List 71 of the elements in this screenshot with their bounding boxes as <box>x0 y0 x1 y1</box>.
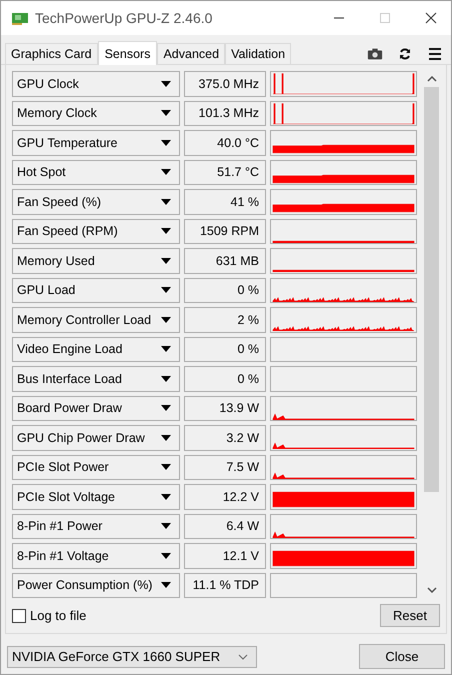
dropdown-arrow-icon[interactable] <box>161 316 171 323</box>
sensor-value: 7.5 W <box>184 454 266 480</box>
sensor-value: 101.3 MHz <box>184 100 266 126</box>
dropdown-arrow-icon[interactable] <box>161 523 171 530</box>
sensor-value: 631 MB <box>184 248 266 274</box>
dropdown-arrow-icon[interactable] <box>161 376 171 382</box>
tab[interactable]: Graphics Card <box>5 43 98 64</box>
close-button[interactable]: Close <box>359 644 445 669</box>
dropdown-arrow-icon[interactable] <box>161 258 171 264</box>
window-title: TechPowerUp GPU-Z 2.46.0 <box>35 10 214 26</box>
dropdown-arrow-icon[interactable] <box>161 198 171 205</box>
sensor-name-field[interactable]: Memory Controller Load <box>12 307 180 332</box>
sensor-name-field[interactable]: GPU Chip Power Draw <box>12 425 180 450</box>
chevron-down-icon <box>238 654 248 660</box>
sensor-name-field[interactable]: Hot Spot <box>12 160 180 185</box>
sensor-name-field[interactable]: PCIe Slot Power <box>12 454 180 480</box>
sensor-name-field[interactable]: Fan Speed (RPM) <box>12 218 180 244</box>
sensor-name-field[interactable]: Memory Clock <box>12 100 180 126</box>
sensor-name-field[interactable]: Power Consumption (%) <box>12 572 180 598</box>
refresh-icon[interactable] <box>397 46 413 60</box>
log-to-file-checkbox[interactable]: Log to file <box>12 608 86 623</box>
scroll-down-icon[interactable] <box>426 587 436 593</box>
dropdown-arrow-icon[interactable] <box>161 346 171 352</box>
tab[interactable]: Advanced <box>157 43 226 64</box>
dropdown-arrow-icon[interactable] <box>161 494 171 500</box>
sensor-name-field[interactable]: Memory Used <box>12 248 180 274</box>
sensor-value: 2 % <box>184 307 266 332</box>
sensor-value: 375.0 MHz <box>184 71 266 96</box>
graphics-card-icon <box>11 11 29 25</box>
menu-icon[interactable] <box>427 46 443 60</box>
sensor-name-field[interactable]: Bus Interface Load <box>12 366 180 392</box>
sensor-value: 0 % <box>184 336 266 362</box>
sensor-value: 12.1 V <box>184 543 266 568</box>
dropdown-arrow-icon[interactable] <box>161 434 171 441</box>
sensor-name-field[interactable]: GPU Clock <box>12 71 180 96</box>
dropdown-arrow-icon[interactable] <box>161 169 171 176</box>
sensor-name-field[interactable]: PCIe Slot Voltage <box>12 484 180 510</box>
dropdown-arrow-icon[interactable] <box>161 405 171 412</box>
scroll-up-icon[interactable] <box>426 76 436 82</box>
device-dropdown[interactable]: NVIDIA GeForce GTX 1660 SUPER <box>7 646 257 668</box>
reset-button[interactable]: Reset <box>380 604 440 627</box>
sensor-value: 1509 RPM <box>184 218 266 244</box>
dropdown-arrow-icon[interactable] <box>161 464 171 470</box>
sensor-name-field[interactable]: GPU Load <box>12 278 180 303</box>
sensor-value: 40.0 °C <box>184 130 266 156</box>
dropdown-arrow-icon[interactable] <box>161 80 171 87</box>
sensor-value: 51.7 °C <box>184 160 266 185</box>
sensor-value: 0 % <box>184 366 266 392</box>
dropdown-arrow-icon[interactable] <box>161 140 171 146</box>
tab[interactable]: Validation <box>225 43 292 64</box>
sensor-name-field[interactable]: 8-Pin #1 Power <box>12 514 180 539</box>
sensor-name-field[interactable]: GPU Temperature <box>12 130 180 156</box>
dropdown-arrow-icon[interactable] <box>161 552 171 559</box>
sensor-value: 12.2 V <box>184 484 266 510</box>
dropdown-arrow-icon[interactable] <box>161 582 171 588</box>
close-icon[interactable] <box>425 12 437 24</box>
sensor-value: 13.9 W <box>184 396 266 421</box>
sensor-name-field[interactable]: 8-Pin #1 Voltage <box>12 543 180 568</box>
sensor-name-field[interactable]: Video Engine Load <box>12 336 180 362</box>
dropdown-arrow-icon[interactable] <box>161 287 171 294</box>
sensor-value: 0 % <box>184 278 266 303</box>
sensor-value: 41 % <box>184 189 266 214</box>
camera-icon[interactable] <box>367 46 383 60</box>
sensor-value: 3.2 W <box>184 425 266 450</box>
sensor-value: 6.4 W <box>184 514 266 539</box>
sensor-name-field[interactable]: Board Power Draw <box>12 396 180 421</box>
dropdown-arrow-icon[interactable] <box>161 110 171 116</box>
sensor-name-field[interactable]: Fan Speed (%) <box>12 189 180 214</box>
sensor-value: 11.1 % TDP <box>184 572 266 598</box>
dropdown-arrow-icon[interactable] <box>161 228 171 234</box>
tab[interactable]: Sensors <box>98 41 158 65</box>
